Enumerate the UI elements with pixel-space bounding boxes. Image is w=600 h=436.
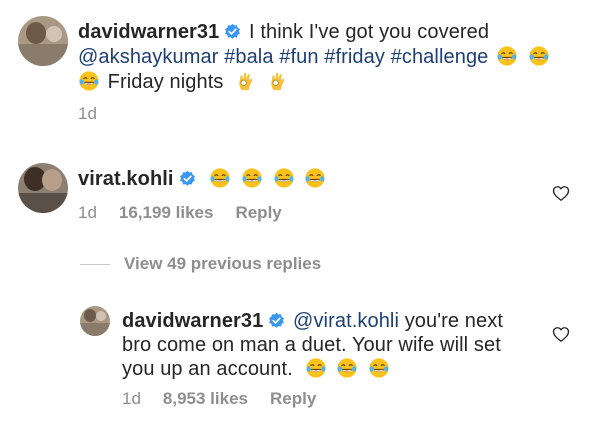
post-caption-line-1: davidwarner31 I think I've got you cover… bbox=[78, 20, 489, 44]
ok-hand-emoji-icon bbox=[271, 72, 285, 91]
post-timestamp: 1d bbox=[78, 104, 97, 123]
mention-link[interactable]: @akshaykumar bbox=[78, 46, 218, 68]
heart-icon[interactable] bbox=[552, 326, 570, 343]
avatar[interactable] bbox=[80, 306, 110, 336]
tears-of-joy-emoji-icon bbox=[242, 168, 262, 188]
reply-button[interactable]: Reply bbox=[270, 389, 316, 408]
comment-username[interactable]: virat.kohli bbox=[78, 168, 174, 190]
comment-meta: 1d 16,199 likes Reply bbox=[78, 203, 282, 223]
post-username[interactable]: davidwarner31 bbox=[78, 21, 219, 43]
reply-text-2: bro come on man a duet. Your wife will s… bbox=[122, 334, 501, 356]
tears-of-joy-emoji-icon bbox=[337, 358, 357, 378]
likes-count[interactable]: 8,953 likes bbox=[163, 389, 248, 408]
tears-of-joy-emoji-icon bbox=[305, 168, 325, 188]
verified-badge-icon bbox=[179, 170, 195, 186]
reply-text-line-2: bro come on man a duet. Your wife will s… bbox=[122, 333, 501, 357]
view-replies-label: View 49 previous replies bbox=[124, 254, 322, 273]
tears-of-joy-emoji-icon bbox=[497, 46, 517, 66]
reply-text-3: you up an account. bbox=[122, 358, 293, 380]
heart-icon[interactable] bbox=[552, 185, 570, 202]
hashtag-link[interactable]: #friday bbox=[324, 46, 385, 68]
tears-of-joy-emoji-icon bbox=[369, 358, 389, 378]
ok-hand-emoji-icon bbox=[239, 72, 253, 91]
hashtag-link[interactable]: #fun bbox=[279, 46, 318, 68]
comment-text: virat.kohli bbox=[78, 167, 328, 191]
verified-badge-icon bbox=[225, 23, 241, 39]
post-caption-line-2: @akshaykumar #bala #fun #friday #challen… bbox=[78, 45, 552, 69]
reply-text-1: you're next bbox=[404, 310, 504, 332]
view-previous-replies-button[interactable]: View 49 previous replies bbox=[80, 254, 321, 274]
comment-username[interactable]: davidwarner31 bbox=[122, 310, 263, 332]
comment-meta: 1d 8,953 likes Reply bbox=[122, 389, 316, 409]
tears-of-joy-emoji-icon bbox=[210, 168, 230, 188]
comment-timestamp: 1d bbox=[78, 203, 97, 222]
verified-badge-icon bbox=[269, 312, 285, 328]
reply-text-line-3: you up an account. bbox=[122, 357, 392, 381]
comment-timestamp: 1d bbox=[122, 389, 141, 408]
avatar[interactable] bbox=[18, 16, 68, 66]
tears-of-joy-emoji-icon bbox=[79, 71, 99, 91]
tears-of-joy-emoji-icon bbox=[305, 358, 326, 378]
hashtag-link[interactable]: #bala bbox=[224, 46, 273, 68]
tears-of-joy-emoji-icon bbox=[529, 46, 549, 66]
post-text-2: Friday nights bbox=[107, 71, 224, 93]
post-text-1: I think I've got you covered bbox=[249, 21, 490, 43]
divider bbox=[80, 263, 110, 265]
mention-link[interactable]: @virat.kohli bbox=[293, 310, 399, 332]
avatar[interactable] bbox=[18, 163, 68, 213]
reply-button[interactable]: Reply bbox=[235, 203, 281, 222]
likes-count[interactable]: 16,199 likes bbox=[119, 203, 214, 222]
hashtag-link[interactable]: #challenge bbox=[391, 46, 489, 68]
post-caption-line-3: Friday nights bbox=[78, 70, 291, 94]
reply-text-line-1: davidwarner31 @virat.kohli you're next bbox=[122, 309, 503, 333]
tears-of-joy-emoji-icon bbox=[273, 168, 294, 188]
